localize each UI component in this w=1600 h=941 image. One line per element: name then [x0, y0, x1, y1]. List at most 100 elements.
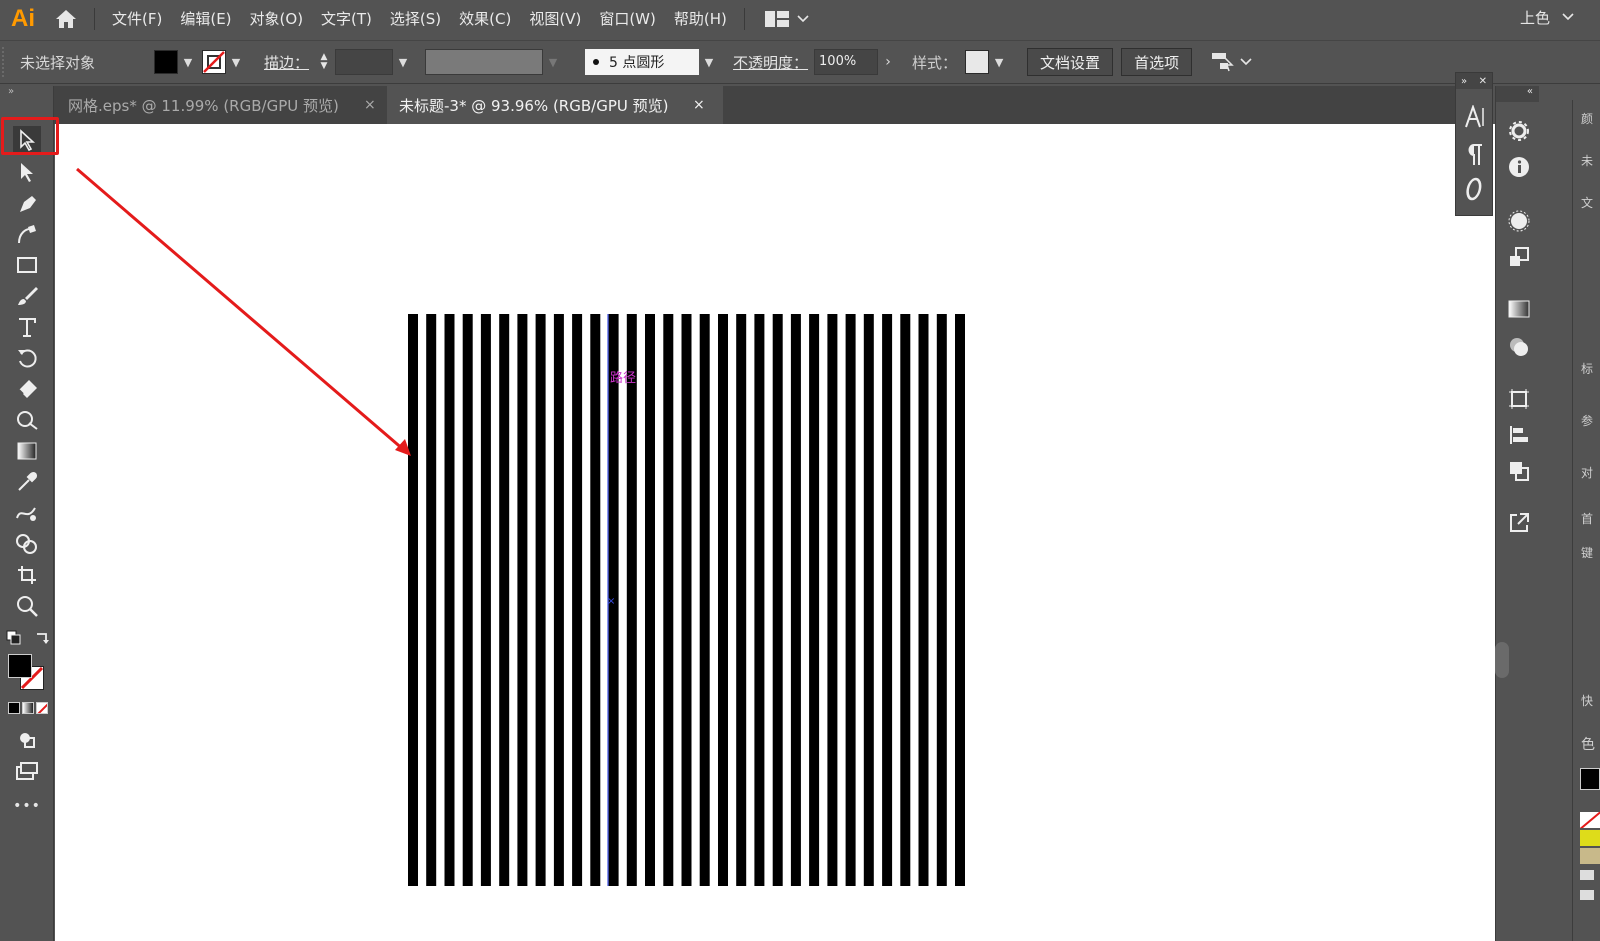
stripe-path[interactable]	[626, 314, 637, 886]
close-icon[interactable]: ✕	[1479, 76, 1487, 87]
paintbrush-tool[interactable]	[13, 282, 41, 310]
gradient-panel-icon[interactable]	[1508, 298, 1530, 320]
stripe-path[interactable]	[517, 314, 528, 886]
stripe-path[interactable]	[408, 314, 418, 886]
stripe-path[interactable]	[590, 314, 601, 886]
export-icon[interactable]	[1508, 512, 1530, 534]
shape-builder-tool[interactable]	[13, 530, 41, 558]
stripe-path[interactable]	[845, 314, 856, 886]
home-icon[interactable]	[46, 0, 86, 38]
menu-edit[interactable]: 编辑(E)	[171, 0, 240, 38]
color-mode-buttons[interactable]	[8, 702, 48, 714]
stripe-path[interactable]	[499, 314, 510, 886]
opentype-icon[interactable]	[1466, 177, 1486, 205]
direct-selection-tool[interactable]	[13, 158, 41, 186]
align-options-button[interactable]	[1210, 51, 1252, 73]
preferences-button[interactable]: 首选项	[1121, 48, 1193, 76]
properties-gear-icon[interactable]	[1508, 120, 1530, 142]
chevron-down-icon[interactable]: ▼	[226, 56, 246, 69]
menu-type[interactable]: 文字(T)	[312, 0, 381, 38]
screen-mode-tool[interactable]	[13, 757, 41, 785]
tan-swatch[interactable]	[1580, 848, 1600, 864]
stroke-label[interactable]: 描边：	[264, 52, 309, 73]
stripe-path[interactable]	[809, 314, 820, 886]
none-mode-icon[interactable]	[36, 702, 48, 714]
vertical-scrollbar-thumb[interactable]	[1495, 642, 1509, 678]
eraser-tool[interactable]	[13, 375, 41, 403]
yellow-swatch[interactable]	[1580, 830, 1600, 846]
info-icon[interactable]	[1508, 156, 1530, 178]
width-tool[interactable]	[13, 406, 41, 434]
stripe-path[interactable]	[827, 314, 838, 886]
menu-effect[interactable]: 效果(C)	[450, 0, 520, 38]
rotate-tool[interactable]	[13, 344, 41, 372]
menu-select[interactable]: 选择(S)	[381, 0, 450, 38]
curvature-tool[interactable]	[13, 220, 41, 248]
fill-color-box[interactable]	[1580, 768, 1600, 790]
stripe-path[interactable]	[918, 314, 929, 886]
artboard[interactable]: × 路径	[55, 124, 1495, 941]
stripe-path[interactable]	[535, 314, 546, 886]
menu-file[interactable]: 文件(F)	[103, 0, 171, 38]
pathfinder-icon[interactable]	[1508, 460, 1530, 482]
color-mode-icon[interactable]	[8, 702, 20, 714]
workspace-switcher[interactable]: 上色	[1520, 0, 1574, 34]
gradient-mode-icon[interactable]	[22, 702, 34, 714]
zoom-tool[interactable]	[13, 592, 41, 620]
artboards-icon[interactable]	[1508, 388, 1530, 410]
rectangle-tool[interactable]	[13, 251, 41, 279]
panel-grip[interactable]	[2, 47, 12, 77]
chevron-down-icon[interactable]: ▼	[699, 56, 719, 69]
stripe-path[interactable]	[462, 314, 473, 886]
chevron-down-icon[interactable]: ▼	[989, 56, 1009, 69]
gradient-tool[interactable]	[13, 437, 41, 465]
close-icon[interactable]: ×	[693, 97, 705, 113]
style-swatch[interactable]	[965, 50, 990, 74]
stripe-path[interactable]	[736, 314, 747, 886]
expand-panel-icon[interactable]: »	[0, 86, 53, 100]
stripe-path[interactable]	[480, 314, 491, 886]
align-icon[interactable]	[1508, 424, 1530, 446]
chevron-down-icon[interactable]: ▼	[178, 56, 198, 69]
character-icon[interactable]	[1464, 103, 1486, 133]
stripe-path[interactable]	[882, 314, 893, 886]
chevron-right-icon[interactable]: ›	[878, 54, 898, 70]
arrange-documents-button[interactable]	[764, 11, 809, 27]
stripe-path[interactable]	[936, 314, 947, 886]
fill-stroke-widget[interactable]	[8, 654, 48, 694]
type-tool[interactable]	[13, 313, 41, 341]
menu-view[interactable]: 视图(V)	[520, 0, 590, 38]
variable-width-profile[interactable]	[425, 49, 544, 75]
document-setup-button[interactable]: 文档设置	[1027, 48, 1114, 76]
stripe-path[interactable]	[754, 314, 765, 886]
stripe-path[interactable]	[681, 314, 692, 886]
stroke-weight-field[interactable]	[335, 49, 394, 75]
canvas-area[interactable]: × 路径	[55, 124, 1495, 941]
fill-color-box[interactable]	[8, 654, 32, 678]
menu-window[interactable]: 窗口(W)	[590, 0, 665, 38]
transform-icon[interactable]	[1508, 246, 1530, 268]
tab-untitled-3[interactable]: 未标题-3* @ 93.96% (RGB/GPU 预览) ×	[387, 86, 723, 124]
opacity-label[interactable]: 不透明度：	[733, 52, 808, 73]
appearance-icon[interactable]	[1508, 210, 1530, 232]
transparency-icon[interactable]	[1508, 336, 1530, 358]
stripe-path[interactable]	[790, 314, 801, 886]
brush-definition[interactable]: 5 点圆形	[585, 49, 700, 75]
more-tools-icon[interactable]: •••	[0, 798, 54, 814]
stroke-swatch[interactable]	[202, 50, 226, 74]
stripe-path[interactable]	[955, 314, 965, 886]
swap-colors[interactable]	[6, 630, 50, 648]
draw-mode-tool[interactable]	[13, 726, 41, 754]
stripe-path[interactable]	[426, 314, 437, 886]
menu-object[interactable]: 对象(O)	[241, 0, 313, 38]
opacity-field[interactable]: 100%	[814, 49, 879, 75]
stripe-path[interactable]	[900, 314, 911, 886]
blend-tool[interactable]	[13, 499, 41, 527]
folder-icon[interactable]	[1580, 890, 1594, 900]
artboard-tool[interactable]	[13, 561, 41, 589]
stripe-path[interactable]	[863, 314, 874, 886]
stripe-path[interactable]	[572, 314, 583, 886]
collapse-panel-icon[interactable]: «	[1496, 86, 1539, 102]
stripe-path[interactable]	[718, 314, 728, 886]
paragraph-icon[interactable]	[1466, 143, 1484, 169]
